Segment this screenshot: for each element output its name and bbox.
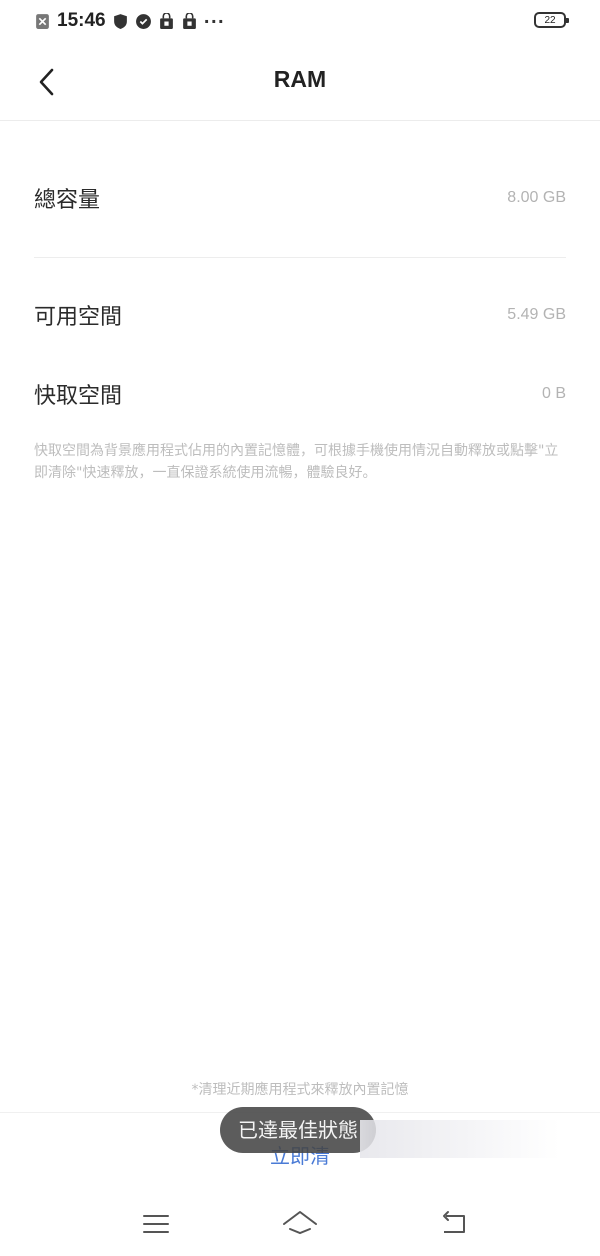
section-divider	[34, 257, 566, 258]
page-title: RAM	[273, 66, 327, 92]
status-bar-left: 15:46 ···	[34, 10, 225, 32]
nav-home-button[interactable]	[280, 1204, 320, 1244]
toast-blur-overlay	[360, 1120, 560, 1158]
nav-back-button[interactable]	[434, 1204, 474, 1244]
menu-icon	[143, 1215, 169, 1233]
back-arrow-icon	[443, 1211, 465, 1233]
vpn-icon	[135, 13, 151, 29]
cache-space-row: 快取空間 0 B	[34, 364, 566, 424]
nav-menu-button[interactable]	[136, 1204, 176, 1244]
bag-icon	[159, 12, 173, 29]
navigation-bar	[0, 1190, 600, 1256]
total-capacity-value: 8.00 GB	[507, 189, 566, 206]
available-space-row: 可用空間 5.49 GB	[34, 285, 566, 345]
battery-indicator: 22	[534, 12, 569, 28]
available-space-value: 5.49 GB	[507, 306, 566, 323]
bag-icon	[182, 12, 196, 29]
cache-space-value: 0 B	[541, 385, 566, 402]
total-capacity-label: 總容量	[34, 188, 101, 213]
shield-icon	[113, 13, 127, 29]
sim-icon	[36, 13, 49, 29]
status-bar: 15:46 ··· 22	[0, 0, 600, 44]
available-space-label: 可用空間	[34, 305, 123, 330]
toast-message: 已達最佳狀態	[220, 1107, 376, 1153]
more-notifications-icon: ···	[203, 11, 225, 31]
total-capacity-row: 總容量 8.00 GB	[34, 168, 566, 228]
status-time: 15:46	[57, 10, 106, 31]
footer-note: *清理近期應用程式來釋放內置記憶	[191, 1082, 409, 1098]
title-bar: RAM	[0, 46, 600, 121]
home-icon	[283, 1211, 317, 1235]
cache-space-label: 快取空間	[34, 384, 123, 409]
cache-description: 快取空間為背景應用程式佔用的內置記憶體，可根據手機使用情況自動釋放或點擊"立即清…	[34, 443, 559, 481]
